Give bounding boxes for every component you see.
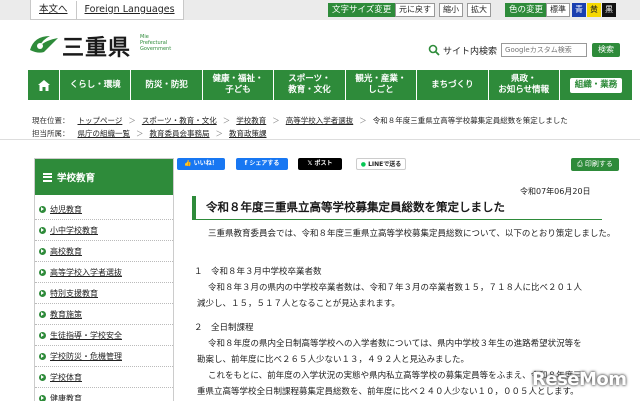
nav-organization[interactable]: 組織・業務 [560,70,632,100]
skip-to-content-link[interactable]: 本文へ [31,1,76,19]
logo-name: 三重県 [62,35,132,61]
department-link[interactable]: 教育政策課 [229,128,267,139]
intro-paragraph: 三重県教育委員会では、令和８年度三重県立高等学校募集定員総数について、以下のとお… [208,229,616,239]
sidebar-item-health-education[interactable]: 健康教育 [35,388,173,401]
nav-home[interactable] [28,70,60,100]
breadcrumb-area: 現在位置： トップページ ＞ スポーツ・教育・文化 ＞ 学校教育 ＞ 高等学校入… [0,108,640,140]
sidebar: 学校教育 幼児教育 小中学校教育 高校教育 高等学校入学者選抜 特別支援教育 教… [34,158,174,401]
site-logo[interactable]: 三重県 Mie Prefectural Government [28,30,178,61]
foreign-languages-link[interactable]: Foreign Languages [75,0,183,19]
arrow-right-icon [39,310,46,318]
text-size-label: 文字サイズ変更 [328,3,396,17]
color-change-label: 色の変更 [505,3,548,17]
home-icon [37,79,50,91]
facebook-like-button[interactable]: 👍 いいね！ [177,158,225,170]
section-2-text: これをもとに、前年度の入学状況の実態や県内私立高等学校の募集定員等をふまえ、令和… [208,371,582,381]
arrow-right-icon [39,268,46,276]
sidebar-item-high-school-admission[interactable]: 高等学校入学者選抜 [35,262,173,283]
arrow-right-icon [39,226,46,234]
arrow-right-icon [39,205,46,213]
line-icon: ● [360,161,366,168]
nav-prefectural-government[interactable]: 県政・ お知らせ情報 [489,70,560,100]
site-search-label: サイト内検索 [443,46,498,57]
department-link[interactable]: 県庁の組織一覧 [78,128,131,139]
breadcrumb-link[interactable]: トップページ [78,115,123,126]
department-link[interactable]: 教育委員会事務局 [150,128,210,139]
arrow-right-icon [39,373,46,381]
nav-tourism-industry[interactable]: 観光・産業・ しごと [346,70,418,100]
breadcrumb-label: 現在位置： [32,116,70,125]
nav-town-planning[interactable]: まちづくり [417,70,489,100]
print-button[interactable]: ⎙ 印刷する [571,158,619,171]
nav-disaster-prevention[interactable]: 防災・防犯 [131,70,203,100]
breadcrumb-current: 令和８年度三重県立高等学校募集定員総数を策定しました [372,116,568,125]
sidebar-item-special-support[interactable]: 特別支援教育 [35,283,173,304]
nav-living-environment[interactable]: くらし・環境 [60,70,132,100]
nav-health-welfare[interactable]: 健康・福祉・ 子ども [203,70,275,100]
breadcrumb: 現在位置： トップページ ＞ スポーツ・教育・文化 ＞ 学校教育 ＞ 高等学校入… [32,115,568,126]
search-input[interactable] [501,43,588,57]
section-2-text: 勘案し、前年度に比べ２６５人少ない１３，４９２人と見込みました。 [197,355,470,365]
text-size-larger-button[interactable]: 拡大 [467,3,491,17]
arrow-right-icon [39,331,46,339]
utility-bar: 本文へ Foreign Languages 文字サイズ変更 元に戻す 縮小 拡大… [0,0,640,20]
section-1-text: 減少し、１５，５１７人となることが見込まれます。 [197,299,400,309]
section-2-text: 重県立高等学校全日制課程募集定員総数を、前年度に比べ２４０人少ない１０，００５人… [197,387,579,397]
arrow-right-icon [39,394,46,401]
department-path: 担当所属： 県庁の組織一覧 ＞ 教育委員会事務局 ＞ 教育政策課 [32,128,267,139]
breadcrumb-link[interactable]: 高等学校入学者選抜 [286,115,354,126]
color-blue-button[interactable]: 青 [572,3,586,17]
sidebar-list: 幼児教育 小中学校教育 高校教育 高等学校入学者選抜 特別支援教育 教育施策 生… [35,195,173,401]
sidebar-title[interactable]: 学校教育 [35,159,173,195]
thumbs-up-icon: 👍 [184,160,192,167]
sidebar-item-education-policy[interactable]: 教育施策 [35,304,173,325]
sidebar-item-elementary-junior-high[interactable]: 小中学校教育 [35,220,173,241]
arrow-right-icon [39,289,46,297]
color-standard-button[interactable]: 標準 [546,3,570,17]
sidebar-item-physical-education[interactable]: 学校体育 [35,367,173,388]
section-1-text: 令和８年３月の県内の中学校卒業者数は、令和７年３月の卒業者数１５，７１８人に比べ… [208,283,583,293]
sidebar-item-high-school[interactable]: 高校教育 [35,241,173,262]
color-black-button[interactable]: 黒 [602,3,616,17]
arrow-right-icon [39,352,46,360]
facebook-share-button[interactable]: f シェアする [236,158,288,170]
text-size-smaller-button[interactable]: 縮小 [439,3,463,17]
search-button[interactable]: 検索 [592,43,621,57]
x-post-button[interactable]: 𝕏 ポスト [298,158,342,170]
page-title: 令和８年度三重県立高等学校募集定員総数を策定しました [192,196,602,220]
breadcrumb-link[interactable]: 学校教育 [236,115,266,126]
search-icon [428,44,440,56]
facebook-icon: f [244,160,248,167]
prefecture-emblem-icon [30,36,58,53]
printer-icon: ⎙ [577,160,583,168]
section-2-text: 令和８年度の県内全日制高等学校への入学者数については、県内中学校３年生の進路希望… [208,339,582,349]
breadcrumb-link[interactable]: スポーツ・教育・文化 [142,115,217,126]
line-share-button[interactable]: ● LINEで送る [356,158,406,170]
sidebar-item-early-childhood[interactable]: 幼児教育 [35,199,173,220]
x-logo-icon: 𝕏 [307,160,313,167]
section-2-heading: ２ 全日制課程 [194,323,254,333]
utility-links: 本文へ Foreign Languages [30,0,184,20]
resemom-watermark: ReseMom [532,369,627,390]
sidebar-item-school-disaster[interactable]: 学校防災・危機管理 [35,346,173,367]
site-search: サイト内検索 検索 [428,43,621,57]
arrow-right-icon [39,247,46,255]
text-size-reset-button[interactable]: 元に戻す [395,3,435,17]
color-yellow-button[interactable]: 黄 [587,3,601,17]
sidebar-item-student-guidance[interactable]: 生徒指導・学校安全 [35,325,173,346]
menu-icon [43,172,52,182]
section-1-heading: １ 令和８年３月中学校卒業者数 [194,267,322,277]
nav-sports-education[interactable]: スポーツ・ 教育・文化 [274,70,346,100]
department-label: 担当所属： [32,129,70,138]
global-nav: くらし・環境 防災・防犯 健康・福祉・ 子ども スポーツ・ 教育・文化 観光・産… [28,70,632,100]
logo-subtitle: Mie Prefectural Government [140,34,172,52]
